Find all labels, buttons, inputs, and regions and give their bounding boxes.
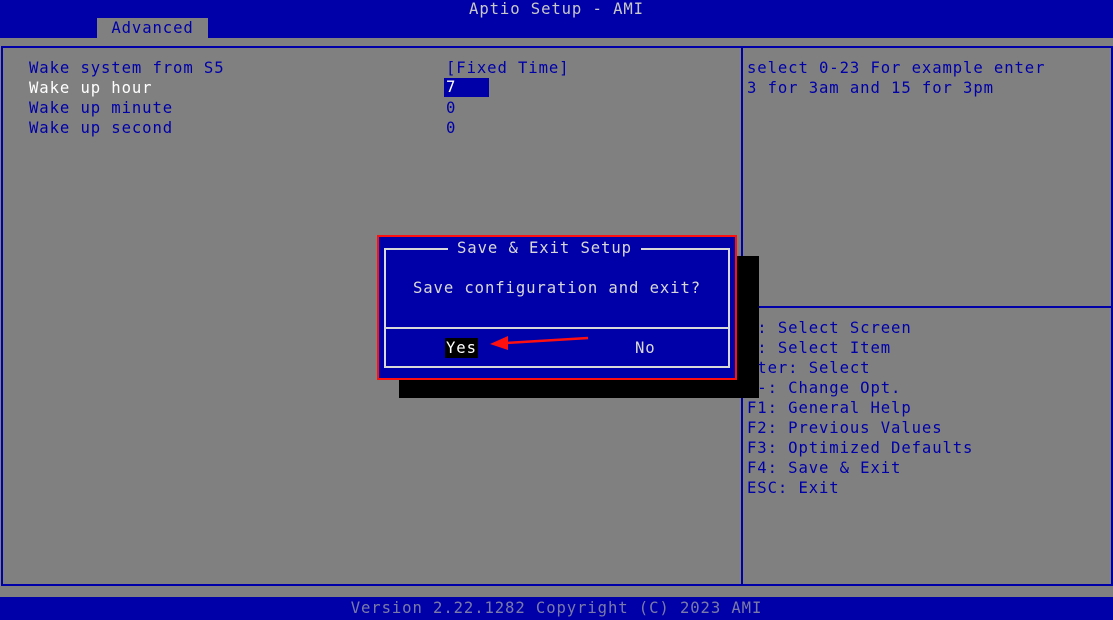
help-key-general-help: F1: General Help bbox=[747, 399, 912, 417]
dialog-separator bbox=[384, 327, 730, 329]
setting-wake-system-from-s5[interactable]: Wake system from S5 bbox=[29, 58, 224, 78]
app-title: Aptio Setup - AMI bbox=[469, 0, 644, 18]
setting-wake-up-second[interactable]: Wake up second bbox=[29, 118, 173, 138]
help-divider bbox=[743, 306, 1113, 308]
yes-button[interactable]: Yes bbox=[445, 338, 478, 358]
help-key-select-item: ↓: Select Item bbox=[747, 339, 892, 357]
value-wake-system-from-s5[interactable]: [Fixed Time] bbox=[446, 58, 569, 78]
setting-wake-up-minute[interactable]: Wake up minute bbox=[29, 98, 173, 118]
title-bar: Aptio Setup - AMI Advanced bbox=[0, 0, 1113, 38]
help-key-enter-select: nter: Select bbox=[747, 359, 871, 377]
value-wake-up-hour-input[interactable]: 7 bbox=[444, 78, 489, 97]
tab-advanced[interactable]: Advanced bbox=[97, 18, 208, 38]
help-key-change-opt: /-: Change Opt. bbox=[747, 379, 902, 397]
dialog-frame bbox=[384, 248, 730, 368]
help-description-line: select 0-23 For example enter bbox=[747, 59, 1046, 77]
dialog-message: Save configuration and exit? bbox=[412, 279, 702, 297]
no-button[interactable]: No bbox=[635, 338, 656, 358]
save-exit-dialog: Save & Exit Setup Save configuration and… bbox=[377, 235, 737, 380]
help-key-select-screen: ←: Select Screen bbox=[747, 319, 912, 337]
help-key-esc-exit: ESC: Exit bbox=[747, 479, 840, 497]
help-key-previous-values: F2: Previous Values bbox=[747, 419, 943, 437]
help-panel bbox=[741, 46, 1113, 586]
value-wake-up-minute[interactable]: 0 bbox=[446, 98, 456, 118]
setting-wake-up-hour[interactable]: Wake up hour bbox=[29, 78, 152, 98]
help-key-optimized-defaults: F3: Optimized Defaults bbox=[747, 439, 974, 457]
help-key-save-exit: F4: Save & Exit bbox=[747, 459, 902, 477]
dialog-title: Save & Exit Setup bbox=[448, 238, 641, 258]
version-footer: Version 2.22.1282 Copyright (C) 2023 AMI bbox=[0, 597, 1113, 620]
help-description-line: 3 for 3am and 15 for 3pm bbox=[747, 79, 994, 97]
value-wake-up-second[interactable]: 0 bbox=[446, 118, 456, 138]
